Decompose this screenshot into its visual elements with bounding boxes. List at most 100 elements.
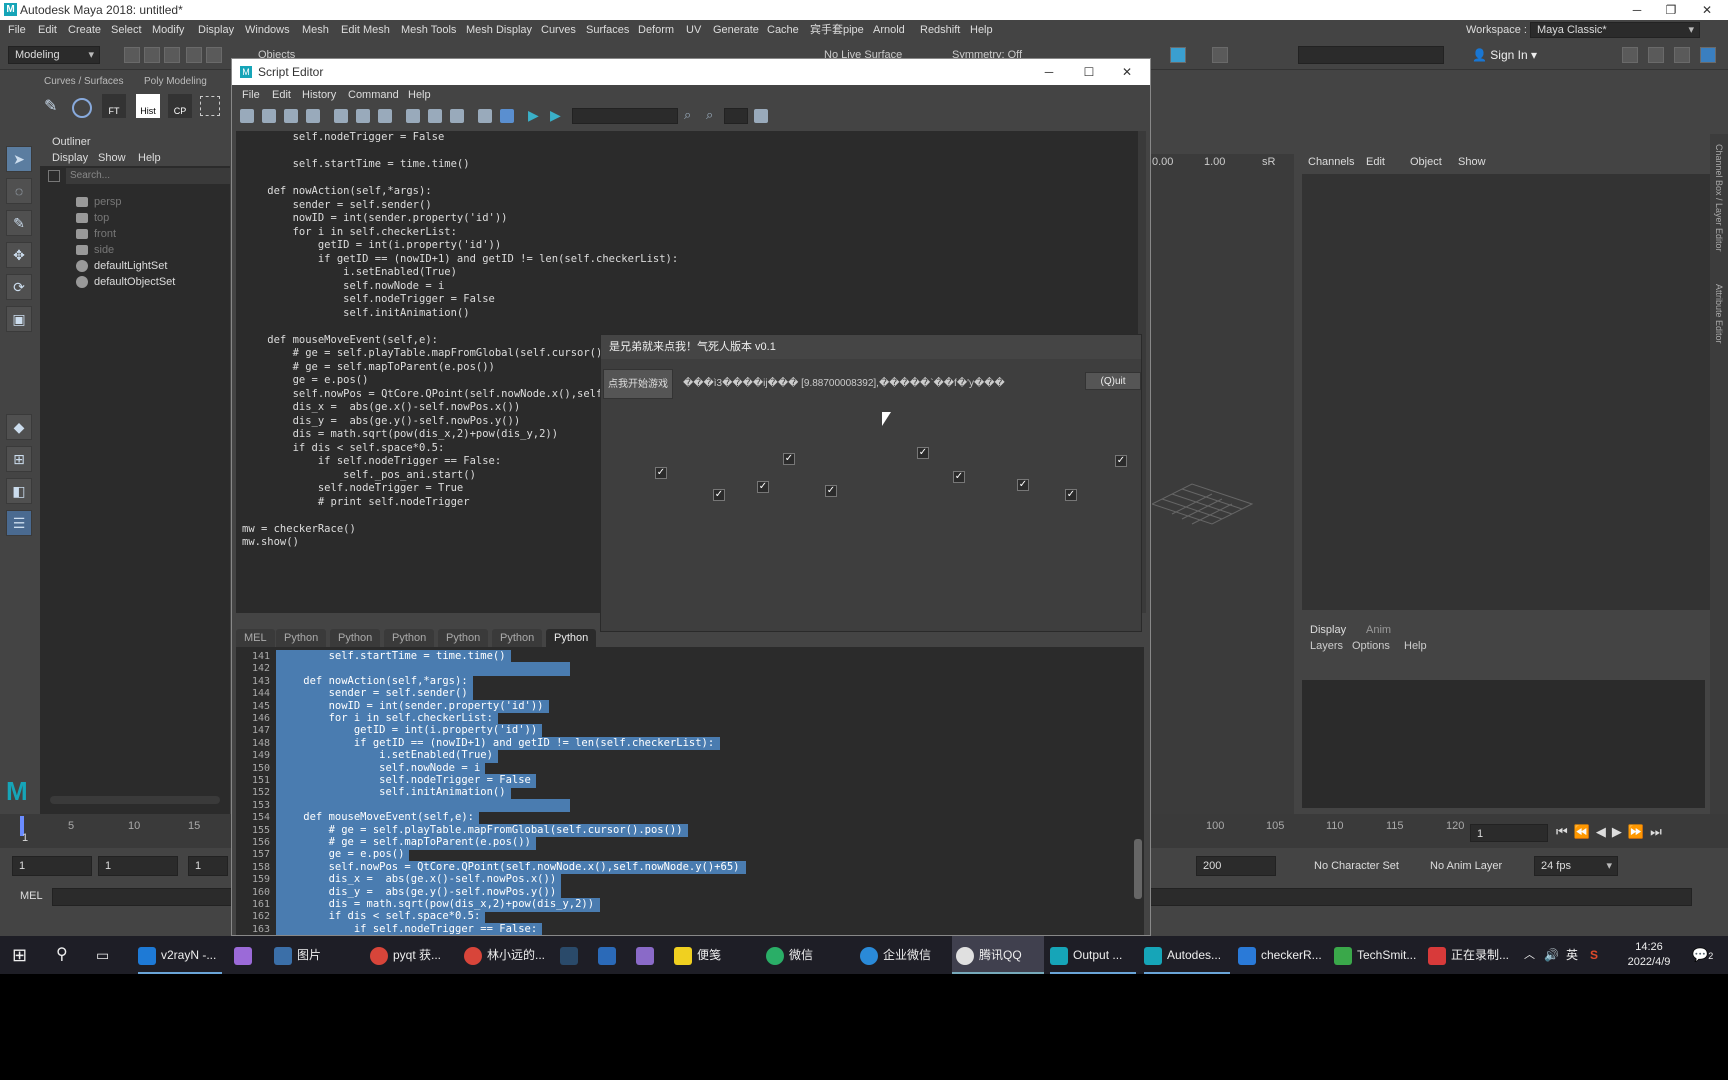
taskbar-item-wecom[interactable]: 企业微信	[860, 936, 948, 974]
four-view-icon[interactable]: ⊞	[6, 446, 32, 472]
render-icon[interactable]	[1170, 47, 1186, 63]
open-scene-icon[interactable]	[144, 47, 160, 63]
menu-mesh-tools[interactable]: Mesh Tools	[401, 20, 456, 40]
checkbox[interactable]: ✓	[783, 453, 795, 465]
se-maximize-button[interactable]: ☐	[1072, 62, 1106, 82]
clock[interactable]: 14:26 2022/4/9	[1622, 936, 1676, 974]
menu-deform[interactable]: Deform	[638, 20, 674, 40]
paint-select-icon[interactable]: ✎	[6, 210, 32, 236]
search-script-input[interactable]	[572, 108, 678, 124]
restore-button[interactable]: ❐	[1654, 0, 1688, 20]
outliner-item-front[interactable]: front	[94, 226, 116, 242]
se-close-button[interactable]: ✕	[1110, 62, 1144, 82]
sogou-ime-icon[interactable]: S	[1590, 936, 1598, 974]
rotate-tool-icon[interactable]: ⟳	[6, 274, 32, 300]
input-editor[interactable]: 141 142 143 144 145 146 147 148 149 150 151 152 153 1…	[236, 647, 1144, 935]
menu-mesh[interactable]: Mesh	[302, 20, 329, 40]
tab-python[interactable]: Python	[438, 629, 489, 647]
range-inner-field[interactable]: 1	[188, 856, 228, 876]
taskbar-item-app[interactable]	[598, 936, 621, 974]
se-menu-help[interactable]: Help	[408, 85, 431, 105]
layer-help-menu[interactable]: Help	[1404, 640, 1427, 652]
taskbar-item-output[interactable]: Output ...	[1050, 936, 1136, 974]
layers-menu[interactable]: Layers	[1310, 640, 1343, 652]
new-scene-icon[interactable]	[124, 47, 140, 63]
settings-toggle-icon[interactable]	[1700, 47, 1716, 63]
outliner-item-lightset[interactable]: defaultLightSet	[94, 258, 167, 274]
line-numbers-icon[interactable]	[500, 109, 514, 123]
goto-line-icon[interactable]	[754, 109, 768, 123]
start-game-button[interactable]: 点我开始游戏	[603, 369, 673, 399]
menu-arnold[interactable]: Arnold	[873, 20, 905, 40]
taskbar-item-v2rayn[interactable]: v2rayN -...	[138, 936, 222, 974]
attribute-editor-side-tab[interactable]: Attribute Editor	[1714, 284, 1724, 344]
anim-layer-dropdown[interactable]: No Anim Layer	[1430, 860, 1502, 872]
tab-python[interactable]: Python	[330, 629, 381, 647]
taskbar-item-autodesk[interactable]: Autodes...	[1144, 936, 1230, 974]
outliner-item-objectset[interactable]: defaultObjectSet	[94, 274, 175, 290]
show-history-icon[interactable]	[406, 109, 420, 123]
volume-icon[interactable]: 🔊	[1544, 936, 1559, 974]
clear-input-icon[interactable]	[356, 109, 370, 123]
taskbar-item-app2[interactable]	[636, 936, 659, 974]
freeze-transform-icon[interactable]: FT	[102, 94, 126, 118]
viewport-panel[interactable]: 0.00 1.00 sR	[1148, 154, 1294, 814]
echo-icon[interactable]	[478, 109, 492, 123]
minimize-button[interactable]: ─	[1620, 0, 1654, 20]
redo-icon[interactable]	[206, 47, 222, 63]
taskbar-item-photos[interactable]: 图片	[274, 936, 358, 974]
undo-icon[interactable]	[186, 47, 202, 63]
outliner-item-persp[interactable]: persp	[94, 194, 122, 210]
menu-display[interactable]: Display	[198, 20, 234, 40]
layer-options-menu[interactable]: Options	[1352, 640, 1390, 652]
taskbar-item-techsmith[interactable]: TechSmit...	[1334, 936, 1422, 974]
current-time-field[interactable]: 1	[1470, 824, 1548, 842]
menu-modify[interactable]: Modify	[152, 20, 184, 40]
quit-button[interactable]: (Q)uit	[1085, 372, 1141, 390]
taskbar-item-sticky[interactable]: 便笺	[674, 936, 754, 974]
move-tool-icon[interactable]: ✥	[6, 242, 32, 268]
clear-history-icon[interactable]	[334, 109, 348, 123]
snap-grid-icon[interactable]	[200, 96, 220, 116]
srgb-label[interactable]: sR	[1262, 156, 1275, 168]
menu-surfaces[interactable]: Surfaces	[586, 20, 629, 40]
menu-redshift[interactable]: Redshift	[920, 20, 960, 40]
checkbox[interactable]: ✓	[757, 481, 769, 493]
taskbar-item-wechat[interactable]: 微信	[766, 936, 846, 974]
channelbox-side-tab[interactable]: Channel Box / Layer Editor	[1714, 144, 1724, 252]
menu-file[interactable]: File	[8, 20, 26, 40]
taskbar-item-steam[interactable]	[560, 936, 583, 974]
layer-tab-anim[interactable]: Anim	[1366, 624, 1391, 636]
scale-tool-icon[interactable]: ▣	[6, 306, 32, 332]
ime-lang[interactable]: 英	[1566, 936, 1578, 974]
checkbox[interactable]: ✓	[655, 467, 667, 479]
outliner-view-icon[interactable]: ☰	[6, 510, 32, 536]
shelf-tab-curves[interactable]: Curves / Surfaces	[44, 76, 123, 87]
pencil-curve-icon[interactable]: ✎	[44, 96, 64, 116]
se-menu-edit[interactable]: Edit	[272, 85, 291, 105]
menu-select[interactable]: Select	[111, 20, 142, 40]
circle-icon[interactable]	[72, 98, 92, 118]
taskbar-item-chrome2[interactable]: 林小远的...	[464, 936, 548, 974]
checkbox[interactable]: ✓	[1017, 479, 1029, 491]
outliner-item-top[interactable]: top	[94, 210, 109, 226]
menu-create[interactable]: Create	[68, 20, 101, 40]
taskbar-item-diamond[interactable]	[234, 936, 257, 974]
checkbox[interactable]: ✓	[1115, 455, 1127, 467]
menu-pipe[interactable]: 宾手套pipe	[810, 20, 864, 40]
notification-icon[interactable]: 💬2	[1692, 936, 1713, 974]
character-set-dropdown[interactable]: No Character Set	[1314, 860, 1399, 872]
taskbar-item-qq[interactable]: 腾讯QQ	[952, 936, 1044, 974]
show-input-icon[interactable]	[428, 109, 442, 123]
save-to-shelf-icon[interactable]	[306, 109, 320, 123]
tab-mel[interactable]: MEL	[236, 629, 275, 647]
menu-edit-mesh[interactable]: Edit Mesh	[341, 20, 390, 40]
cb-edit-menu[interactable]: Edit	[1366, 156, 1385, 168]
checkbox[interactable]: ✓	[713, 489, 725, 501]
exposure-value[interactable]: 0.00	[1152, 156, 1173, 168]
fps-dropdown[interactable]: 24 fps	[1534, 856, 1618, 876]
menu-cache[interactable]: Cache	[767, 20, 799, 40]
se-menu-command[interactable]: Command	[348, 85, 399, 105]
tab-python[interactable]: Python	[384, 629, 435, 647]
save-scene-icon[interactable]	[164, 47, 180, 63]
